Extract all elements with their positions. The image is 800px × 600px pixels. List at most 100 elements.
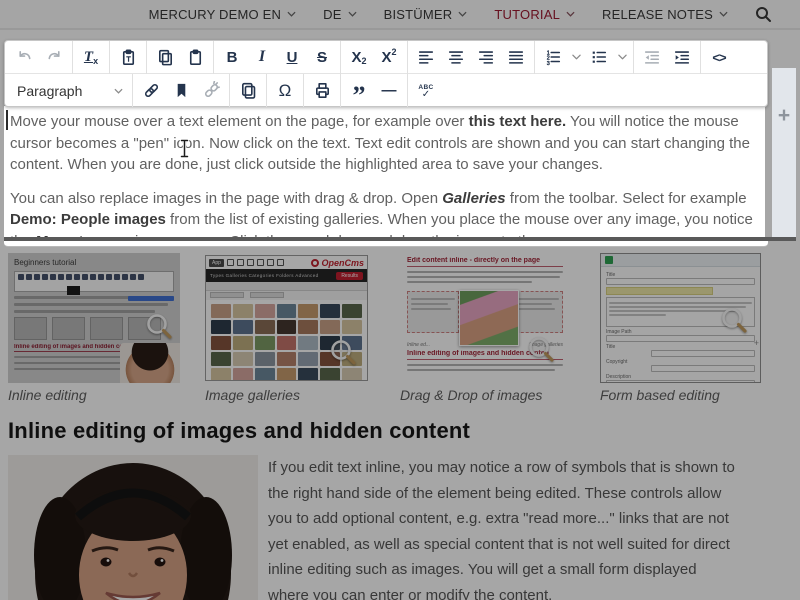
nav-item-tutorial[interactable]: TUTORIAL bbox=[494, 7, 575, 22]
outdent-button[interactable] bbox=[637, 43, 667, 71]
align-left-icon bbox=[417, 48, 435, 66]
blockquote-button[interactable]: ” bbox=[344, 77, 374, 105]
quote-icon: ” bbox=[353, 92, 366, 100]
print-button[interactable] bbox=[307, 77, 337, 105]
indent-button[interactable] bbox=[667, 43, 697, 71]
source-code-button[interactable]: <> bbox=[704, 43, 734, 71]
bold-icon: B bbox=[227, 49, 238, 66]
editor-content-area[interactable]: Move your mouse over a text element on t… bbox=[4, 106, 765, 237]
nav-item-de[interactable]: DE bbox=[323, 7, 356, 22]
italic-button[interactable]: I bbox=[247, 43, 277, 71]
bookmark-icon bbox=[172, 81, 191, 100]
paste-icon bbox=[186, 48, 205, 67]
paste-as-text-button[interactable]: T bbox=[113, 43, 143, 71]
nav-item-release-notes[interactable]: RELEASE NOTES bbox=[602, 7, 728, 22]
woman-portrait-photo[interactable] bbox=[8, 455, 258, 600]
omega-icon: Ω bbox=[279, 81, 292, 101]
remove-format-button[interactable]: Tx bbox=[76, 43, 106, 71]
thumb2-tabs-bar: Types Galleries Categories Folders Advan… bbox=[206, 269, 367, 282]
paste-text-icon: T bbox=[119, 48, 138, 67]
copy-button[interactable] bbox=[150, 43, 180, 71]
chevron-down-icon bbox=[572, 54, 581, 60]
chevron-down-icon bbox=[566, 11, 575, 17]
remove-format-icon: T bbox=[84, 49, 93, 66]
nav-item-mercury-demo-en[interactable]: MERCURY DEMO EN bbox=[149, 7, 297, 22]
special-char-button[interactable]: Ω bbox=[270, 77, 300, 105]
spellcheck-button[interactable]: ABC ✓ bbox=[411, 77, 441, 105]
anchor-button[interactable] bbox=[166, 77, 196, 105]
outdent-icon bbox=[643, 48, 661, 66]
zoom-magnifier-icon[interactable] bbox=[719, 305, 749, 340]
align-right-icon bbox=[477, 48, 495, 66]
redo-button[interactable] bbox=[39, 43, 69, 71]
thumbnail-drag-drop[interactable]: Edit content inline - directly on the pa… bbox=[400, 252, 570, 384]
svg-text:T: T bbox=[126, 55, 131, 63]
zoom-magnifier-icon[interactable] bbox=[328, 337, 358, 372]
thumbnail-image-galleries[interactable]: App OpenCms Types Galleries Categories F… bbox=[205, 255, 368, 381]
chevron-down-icon bbox=[618, 54, 627, 60]
bullet-list-icon bbox=[590, 48, 608, 66]
strikethrough-button[interactable]: S bbox=[307, 43, 337, 71]
copy-content-button[interactable] bbox=[233, 77, 263, 105]
nav-item-bistuemer[interactable]: BISTÜMER bbox=[384, 7, 468, 22]
thumbnail-form-editing[interactable]: Title Image Path Title Copyright Descrip… bbox=[600, 253, 761, 383]
align-right-button[interactable] bbox=[471, 43, 501, 71]
bold-button[interactable]: B bbox=[217, 43, 247, 71]
editor-paragraph-1: Move your mouse over a text element on t… bbox=[10, 111, 756, 176]
page: MERCURY DEMO EN DE BISTÜMER TUTORIAL REL… bbox=[0, 0, 800, 600]
insert-link-button[interactable] bbox=[136, 77, 166, 105]
search-icon bbox=[755, 6, 772, 23]
bullet-list-button[interactable] bbox=[584, 43, 614, 71]
add-element-button[interactable]: + bbox=[772, 104, 796, 128]
chevron-down-icon bbox=[458, 11, 467, 17]
text-caret bbox=[6, 110, 8, 130]
toolbar-row-1: Tx T B I U S X2 X2 bbox=[5, 41, 767, 74]
thumb4-add-icon: + bbox=[754, 338, 759, 348]
align-center-button[interactable] bbox=[441, 43, 471, 71]
chevron-down-icon bbox=[719, 11, 728, 17]
unlink-button[interactable] bbox=[196, 77, 226, 105]
unlink-icon bbox=[202, 81, 221, 100]
caption-drag-drop: Drag & Drop of images bbox=[400, 387, 542, 403]
copy-icon bbox=[156, 48, 175, 67]
editor-add-column: + bbox=[772, 68, 796, 237]
zoom-magnifier-icon[interactable] bbox=[144, 311, 174, 346]
strikethrough-icon: S bbox=[317, 49, 327, 66]
paste-button[interactable] bbox=[180, 43, 210, 71]
thumb3-dragged-image bbox=[459, 290, 519, 346]
code-icon: <> bbox=[712, 50, 725, 65]
thumb1-title: Beginners tutorial bbox=[14, 258, 174, 267]
opencms-logo: OpenCms bbox=[311, 258, 364, 268]
bullet-list-menu-button[interactable] bbox=[614, 43, 630, 71]
thumb4-highlighted-field bbox=[606, 287, 713, 295]
superscript-button[interactable]: X2 bbox=[374, 43, 404, 71]
svg-text:3: 3 bbox=[547, 61, 550, 66]
align-left-button[interactable] bbox=[411, 43, 441, 71]
thumbnail-inline-editing[interactable]: Beginners tutorial Inline editing of ima… bbox=[8, 253, 180, 383]
thumb2-results-button: Results bbox=[336, 272, 363, 280]
subscript-button[interactable]: X2 bbox=[344, 43, 374, 71]
print-icon bbox=[313, 81, 332, 100]
chevron-down-icon bbox=[114, 88, 123, 94]
paragraph-style-dropdown[interactable]: Paragraph bbox=[9, 78, 129, 104]
editor-paragraph-2: You can also replace images in the page … bbox=[10, 188, 756, 238]
link-icon bbox=[142, 81, 161, 100]
section-heading: Inline editing of images and hidden cont… bbox=[8, 418, 470, 444]
caption-form-editing: Form based editing bbox=[600, 387, 720, 403]
numbered-list-button[interactable]: 123 bbox=[538, 43, 568, 71]
italic-icon: I bbox=[259, 48, 265, 66]
numbered-list-menu-button[interactable] bbox=[568, 43, 584, 71]
align-center-icon bbox=[447, 48, 465, 66]
horizontal-rule-button[interactable]: — bbox=[374, 77, 404, 105]
align-justify-button[interactable] bbox=[501, 43, 531, 71]
undo-button[interactable] bbox=[9, 43, 39, 71]
underline-button[interactable]: U bbox=[277, 43, 307, 71]
pages-icon bbox=[239, 81, 258, 100]
search-button[interactable] bbox=[755, 6, 772, 23]
thumb1-mini-toolbar bbox=[14, 271, 174, 292]
redo-icon bbox=[45, 48, 64, 67]
zoom-magnifier-icon[interactable] bbox=[526, 334, 556, 369]
thumb2-filter-row bbox=[206, 291, 367, 300]
thumb3-heading1: Edit content inline - directly on the pa… bbox=[407, 257, 563, 264]
thumb4-status-icon bbox=[605, 256, 613, 264]
